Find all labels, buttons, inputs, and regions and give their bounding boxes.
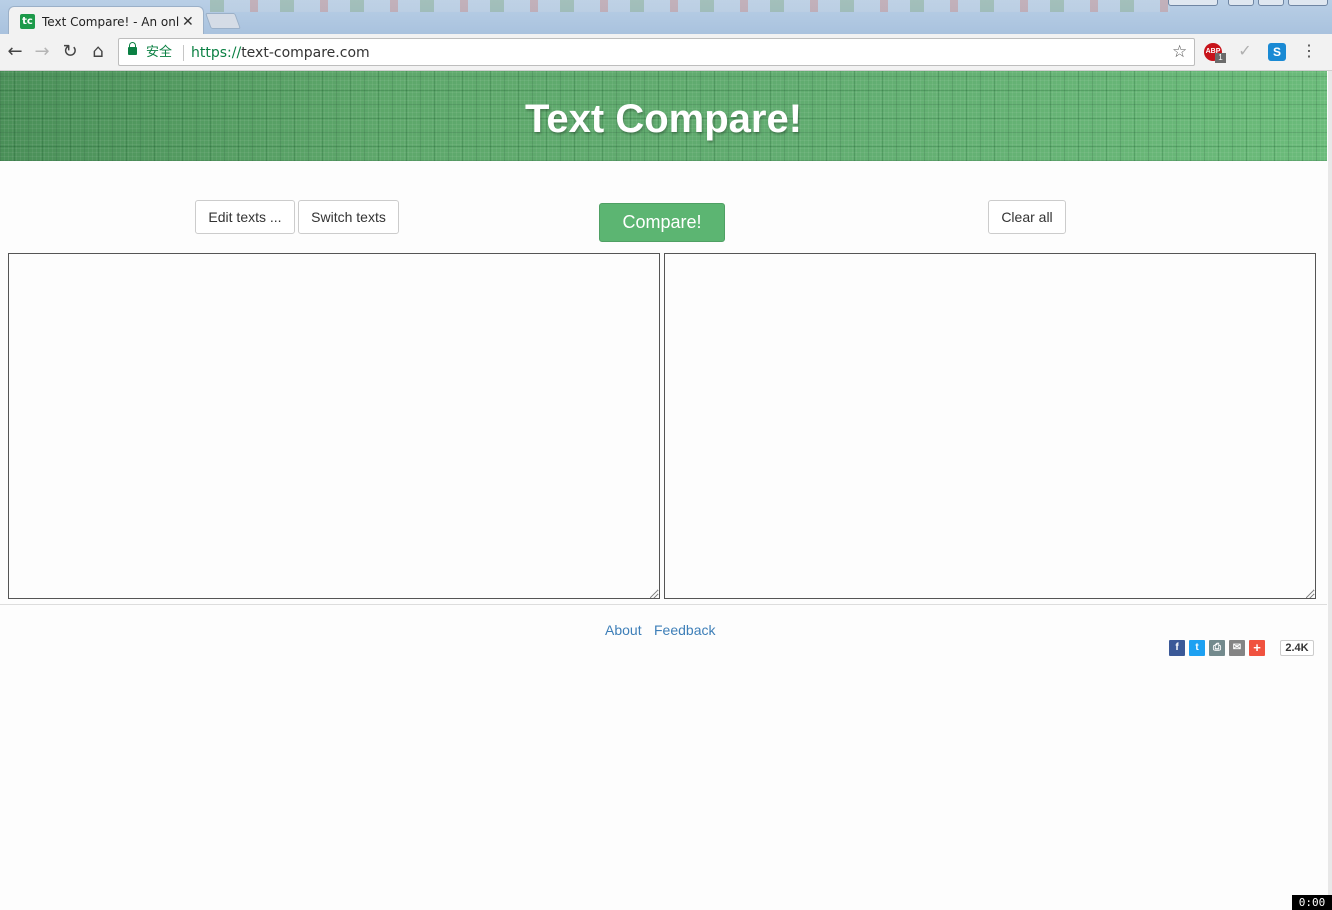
- browser-toolbar: ← → ↻ ⌂ 安全 https://text-compare.com ☆ AB…: [0, 34, 1332, 71]
- window-minimize-button[interactable]: [1228, 0, 1254, 6]
- share-count-badge: 2.4K: [1280, 640, 1314, 656]
- home-icon[interactable]: ⌂: [86, 40, 110, 64]
- footer-divider: [0, 604, 1327, 605]
- print-share-icon[interactable]: ⎙: [1209, 640, 1225, 656]
- edit-texts-button[interactable]: Edit texts ...: [195, 200, 295, 234]
- browser-tab-strip: tc Text Compare! - An onl ✕: [0, 0, 1332, 35]
- url-text[interactable]: https://text-compare.com: [191, 44, 370, 62]
- browser-menu-icon[interactable]: ⋮: [1300, 42, 1318, 62]
- window-close-button[interactable]: [1288, 0, 1328, 6]
- facebook-share-icon[interactable]: f: [1169, 640, 1185, 656]
- scrollbar[interactable]: [1328, 71, 1332, 910]
- right-resize-handle-icon[interactable]: [1306, 590, 1314, 598]
- favicon-icon: tc: [20, 14, 35, 29]
- tab-title: Text Compare! - An onl: [42, 15, 180, 29]
- url-scheme: https://: [191, 45, 242, 61]
- left-text-input[interactable]: [8, 253, 660, 599]
- bookmark-star-icon[interactable]: ☆: [1172, 42, 1187, 62]
- right-text-input[interactable]: [664, 253, 1316, 599]
- left-resize-handle-icon[interactable]: [650, 590, 658, 598]
- feedback-link[interactable]: Feedback: [654, 621, 715, 639]
- window-user-button[interactable]: [1168, 0, 1218, 6]
- secure-label: 安全: [146, 45, 173, 60]
- adblock-badge: 1: [1215, 53, 1226, 63]
- more-share-icon[interactable]: +: [1249, 640, 1265, 656]
- s-extension-icon[interactable]: S: [1268, 43, 1286, 61]
- clear-all-button[interactable]: Clear all: [988, 200, 1066, 234]
- url-host: text-compare.com: [241, 45, 370, 61]
- tab-close-icon[interactable]: ✕: [182, 12, 194, 30]
- new-tab-button[interactable]: [205, 13, 241, 29]
- back-arrow-icon[interactable]: ←: [3, 40, 27, 64]
- address-bar[interactable]: 安全 https://text-compare.com ☆: [118, 38, 1195, 66]
- email-share-icon[interactable]: ✉: [1229, 640, 1245, 656]
- recording-timer: 0:00: [1292, 895, 1332, 910]
- window-maximize-button[interactable]: [1258, 0, 1284, 6]
- forward-arrow-icon[interactable]: →: [30, 40, 54, 64]
- page-title: Text Compare!: [524, 97, 803, 141]
- address-separator: [183, 45, 184, 61]
- site-banner: Text Compare!: [0, 71, 1327, 161]
- about-link[interactable]: About: [605, 621, 642, 639]
- switch-texts-button[interactable]: Switch texts: [298, 200, 399, 234]
- compare-button[interactable]: Compare!: [599, 203, 725, 242]
- lock-icon: [128, 42, 137, 55]
- background-blur: [210, 0, 1170, 12]
- twitter-share-icon[interactable]: t: [1189, 640, 1205, 656]
- reload-icon[interactable]: ↻: [58, 40, 82, 64]
- browser-tab[interactable]: tc Text Compare! - An onl ✕: [8, 6, 204, 35]
- checkmark-extension-icon[interactable]: ✓: [1236, 43, 1254, 61]
